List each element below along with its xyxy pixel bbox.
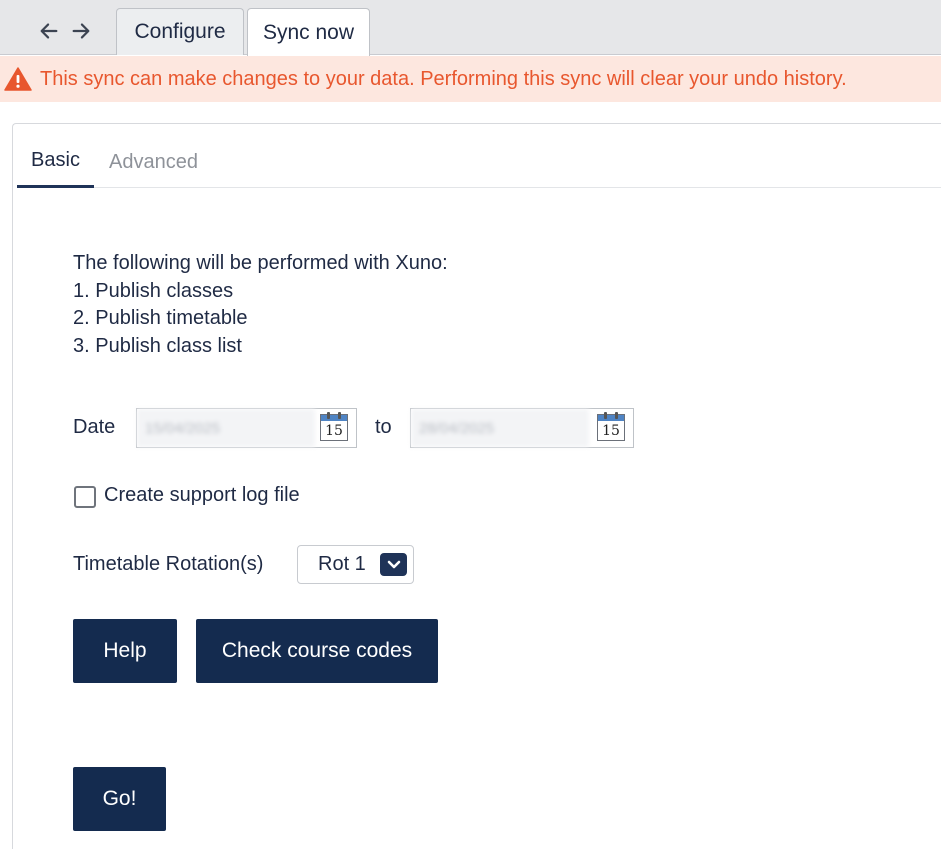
tab-basic[interactable]: Basic xyxy=(17,136,94,188)
tab-advanced[interactable]: Advanced xyxy=(109,136,198,188)
help-button[interactable]: Help xyxy=(73,619,177,683)
calendar-day: 15 xyxy=(602,423,620,439)
calendar-icon[interactable]: 15 xyxy=(320,412,348,441)
calendar-day: 15 xyxy=(325,423,343,439)
arrow-right-icon xyxy=(72,23,90,39)
arrow-left-icon xyxy=(40,23,58,39)
support-log-label[interactable]: Create support log file xyxy=(104,484,300,507)
date-from-field[interactable]: 15/04/2025 15 xyxy=(136,408,357,448)
rotation-selected-value: Rot 1 xyxy=(318,553,366,575)
list-item: 1. Publish classes xyxy=(73,279,234,302)
rotation-select[interactable]: Rot 1 xyxy=(297,545,414,584)
forward-button[interactable] xyxy=(68,18,94,44)
top-bar: Configure Sync now xyxy=(0,0,941,56)
rotation-label: Timetable Rotation(s) xyxy=(73,553,264,575)
support-log-checkbox[interactable] xyxy=(74,486,96,508)
tab-configure[interactable]: Configure xyxy=(116,8,244,55)
warning-text: This sync can make changes to your data.… xyxy=(40,67,847,90)
list-item: 3. Publish class list xyxy=(73,334,242,357)
sync-steps: The following will be performed with Xun… xyxy=(73,250,448,360)
date-label: Date xyxy=(73,416,116,438)
date-from-value: 15/04/2025 xyxy=(137,409,315,447)
date-to-value: 28/04/2025 xyxy=(411,409,589,447)
sync-panel: Basic Advanced The following will be per… xyxy=(12,123,941,849)
tab-sync-now[interactable]: Sync now xyxy=(247,8,370,56)
back-button[interactable] xyxy=(36,18,62,44)
sync-steps-heading: The following will be performed with Xun… xyxy=(73,252,448,274)
chevron-down-icon xyxy=(380,553,407,576)
warning-triangle-icon xyxy=(4,67,32,91)
calendar-icon[interactable]: 15 xyxy=(597,412,625,441)
list-item: 2. Publish timetable xyxy=(73,307,248,329)
check-course-codes-button[interactable]: Check course codes xyxy=(196,619,438,683)
warning-banner: This sync can make changes to your data.… xyxy=(0,56,941,102)
subtab-bar: Basic Advanced xyxy=(17,136,941,188)
go-button[interactable]: Go! xyxy=(73,767,166,831)
date-to-field[interactable]: 28/04/2025 15 xyxy=(410,408,634,448)
to-label: to xyxy=(375,416,392,438)
